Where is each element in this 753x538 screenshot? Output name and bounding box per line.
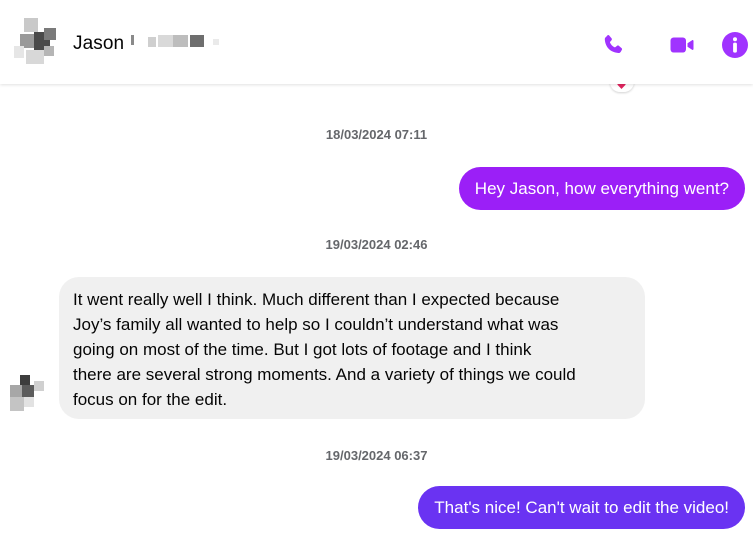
message-text: Hey Jason, how everything went? — [474, 179, 729, 198]
outgoing-message-bubble[interactable]: That's nice! Can't wait to edit the vide… — [418, 486, 745, 529]
message-text-line: going on most of the time. But I got lot… — [73, 340, 532, 359]
message-timestamp: 19/03/2024 06:37 — [325, 448, 428, 463]
message-text-line: It went really well I think. Much differ… — [73, 290, 560, 309]
info-icon — [722, 32, 748, 58]
incoming-message-bubble[interactable]: It went really well I think. Much differ… — [59, 277, 645, 419]
messenger-conversation: Jason 18/03/2024 07:11 Hey Jason, how ev… — [0, 0, 753, 538]
message-timestamp: 19/03/2024 02:46 — [325, 237, 428, 252]
conversation-header: Jason — [0, 0, 753, 84]
message-text-line: there are several strong moments. And a … — [73, 365, 576, 384]
contact-name[interactable]: Jason — [73, 33, 124, 55]
sender-avatar[interactable] — [6, 373, 54, 417]
message-text-line: Joy’s family all wanted to help so I cou… — [73, 315, 559, 334]
conversation-info-button[interactable] — [719, 29, 751, 61]
contact-avatar[interactable] — [10, 16, 60, 72]
redacted-surname — [131, 33, 221, 49]
outgoing-message-bubble[interactable]: Hey Jason, how everything went? — [458, 167, 745, 210]
video-call-button[interactable] — [666, 29, 698, 61]
phone-icon — [604, 35, 623, 54]
message-text: That's nice! Can't wait to edit the vide… — [434, 498, 729, 517]
message-text-line: focus on for the edit. — [73, 390, 228, 409]
voice-call-button[interactable] — [597, 29, 629, 61]
message-timestamp: 18/03/2024 07:11 — [325, 127, 428, 142]
video-camera-icon — [670, 37, 694, 53]
